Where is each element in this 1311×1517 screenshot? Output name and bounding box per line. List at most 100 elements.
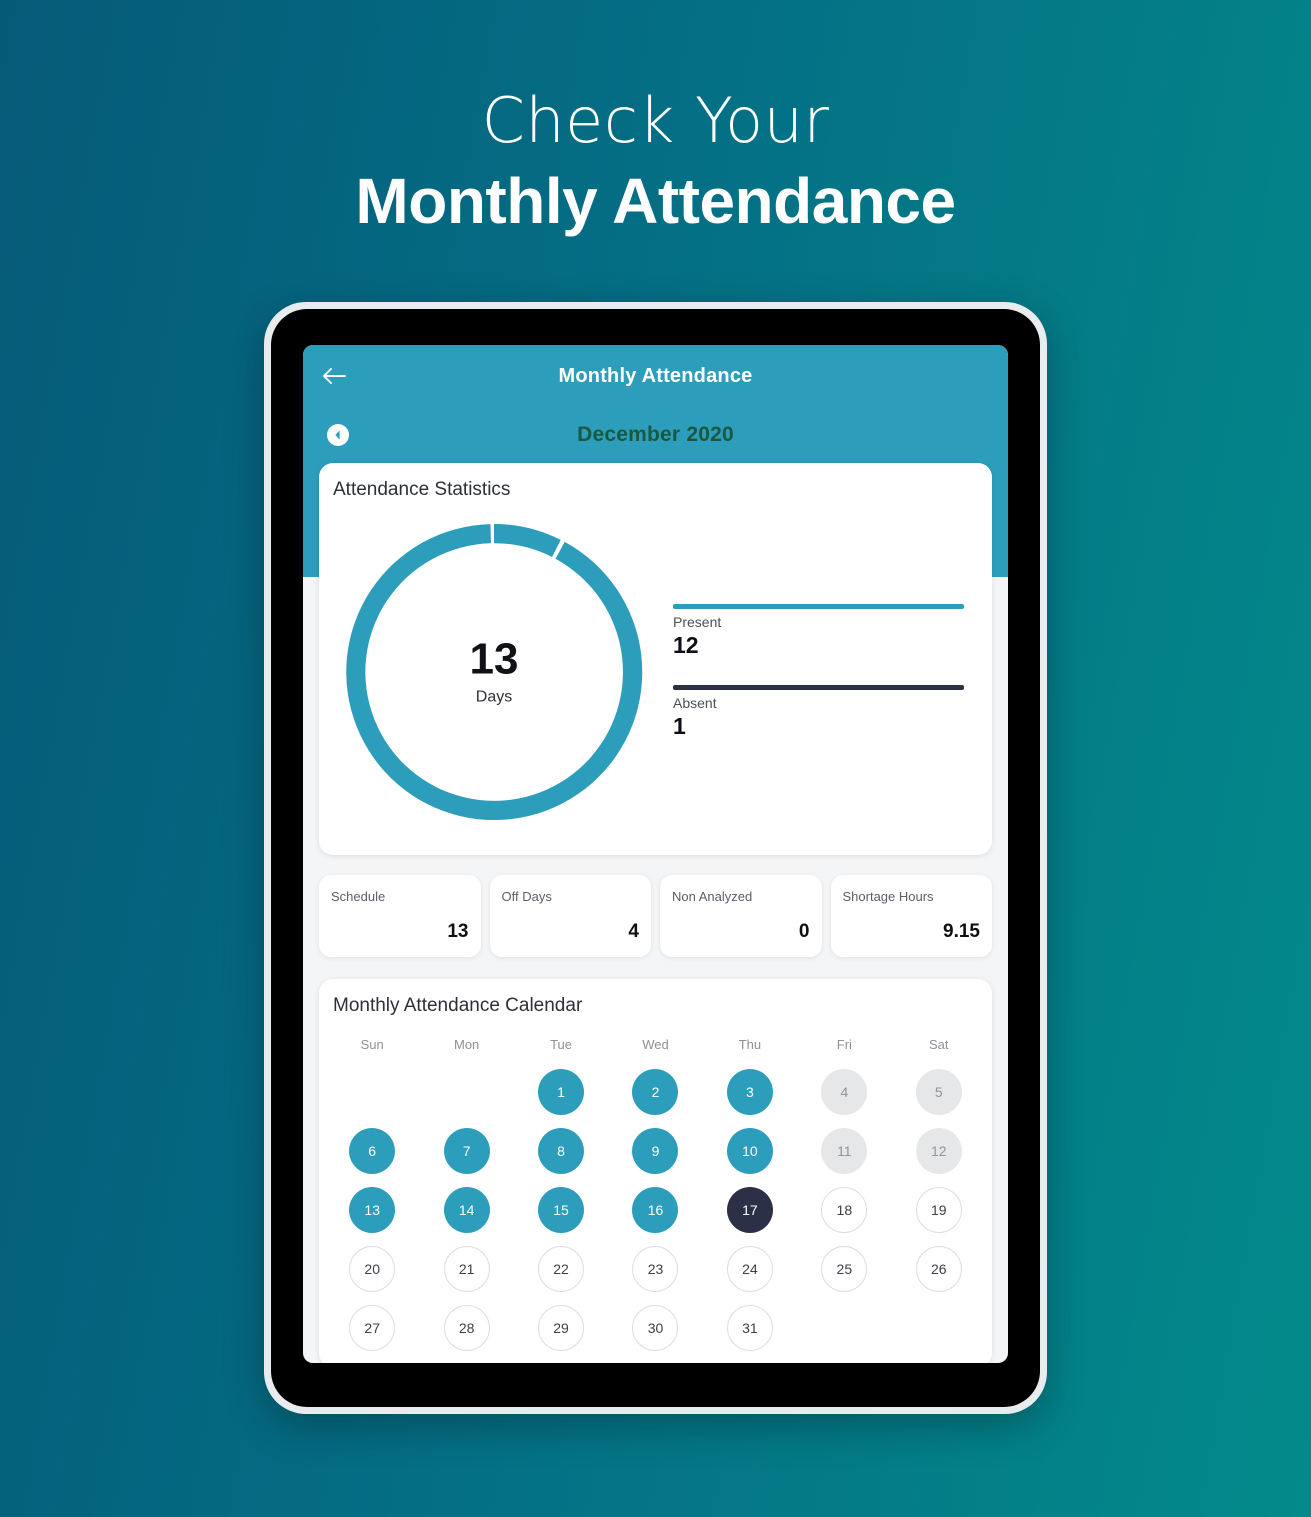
calendar-day-4[interactable]: 4	[821, 1068, 868, 1115]
calendar-cell: 26	[892, 1239, 986, 1298]
calendar-cell: 15	[514, 1180, 608, 1239]
calendar-cell: 20	[325, 1239, 419, 1298]
calendar-day-empty	[821, 1305, 867, 1351]
calendar-day-empty	[916, 1305, 962, 1351]
calendar-cell: 2	[608, 1062, 702, 1121]
calendar-cell: 25	[797, 1239, 891, 1298]
tablet-screen: Monthly Attendance December 2020 Attenda…	[303, 345, 1008, 1363]
kpi-shortage-hours-label: Shortage Hours	[842, 889, 934, 904]
legend-bar-present	[673, 604, 964, 609]
weekday-tue: Tue	[550, 1037, 573, 1052]
calendar-cell: 28	[419, 1298, 513, 1357]
page-title: Monthly Attendance	[558, 364, 753, 387]
calendar-cell	[797, 1298, 891, 1357]
kpi-schedule-label: Schedule	[331, 889, 386, 904]
calendar-cell	[325, 1062, 419, 1121]
calendar-day-23[interactable]: 23	[632, 1245, 679, 1292]
calendar-cell: 11	[797, 1121, 891, 1180]
calendar-day-19[interactable]: 19	[915, 1186, 962, 1233]
kpi-off-days[interactable]: Off Days 4	[489, 875, 651, 957]
calendar-cell: 30	[608, 1298, 702, 1357]
calendar-cell: 7	[419, 1121, 513, 1180]
calendar-day-17[interactable]: 17	[726, 1186, 773, 1233]
weekday-thu: Thu	[738, 1037, 762, 1052]
kpi-off-days-value: 4	[628, 921, 639, 942]
calendar-day-5[interactable]: 5	[915, 1068, 962, 1115]
calendar-cell: 5	[892, 1062, 986, 1121]
legend-item-present: Present 12	[673, 604, 964, 659]
calendar-day-28[interactable]: 28	[443, 1304, 490, 1351]
calendar-cell	[892, 1298, 986, 1357]
calendar-day-22[interactable]: 22	[538, 1245, 585, 1292]
calendar-day-29[interactable]: 29	[538, 1304, 585, 1351]
attendance-legend: Present 12 Absent 1	[659, 604, 982, 740]
tablet-device-frame: Monthly Attendance December 2020 Attenda…	[264, 302, 1047, 1414]
calendar-cell	[419, 1062, 513, 1121]
screen-content: Attendance Statistics 13 Days Present 12…	[303, 463, 1008, 1363]
calendar-day-24[interactable]: 24	[726, 1245, 773, 1292]
calendar-day-30[interactable]: 30	[632, 1304, 679, 1351]
calendar-cell: 3	[703, 1062, 797, 1121]
calendar-day-grid: 1 2 3 4 5 6 7 8 9 10 11 12 13 14 15 16 17 18 19 20 21 22 23 24 2…	[319, 1062, 992, 1357]
calendar-day-6[interactable]: 6	[349, 1127, 396, 1174]
donut-segment-absent	[494, 524, 561, 557]
weekday-sat: Sat	[929, 1037, 949, 1052]
app-topbar: Monthly Attendance	[303, 345, 1008, 407]
legend-bar-absent	[673, 685, 964, 690]
calendar-day-21[interactable]: 21	[443, 1245, 490, 1292]
promo-line-1: Check Your	[481, 84, 830, 157]
calendar-cell: 13	[325, 1180, 419, 1239]
attendance-statistics-body: 13 Days Present 12 Absent 1	[319, 501, 992, 837]
calendar-cell: 24	[703, 1239, 797, 1298]
calendar-day-11[interactable]: 11	[821, 1127, 868, 1174]
attendance-donut-chart: 13 Days	[329, 507, 659, 837]
kpi-shortage-hours-value: 9.15	[943, 921, 980, 942]
calendar-cell: 18	[797, 1180, 891, 1239]
calendar-day-25[interactable]: 25	[821, 1245, 868, 1292]
calendar-title: Monthly Attendance Calendar	[333, 995, 583, 1016]
legend-item-absent: Absent 1	[673, 685, 964, 740]
calendar-day-16[interactable]: 16	[632, 1186, 679, 1233]
calendar-day-9[interactable]: 9	[632, 1127, 679, 1174]
calendar-day-18[interactable]: 18	[821, 1186, 868, 1233]
monthly-attendance-calendar-card: Monthly Attendance Calendar Sun Mon Tue …	[319, 979, 992, 1363]
legend-label-absent: Absent	[673, 695, 717, 711]
calendar-cell: 27	[325, 1298, 419, 1357]
calendar-cell: 10	[703, 1121, 797, 1180]
calendar-day-14[interactable]: 14	[443, 1186, 490, 1233]
promo-line-2: Monthly Attendance	[355, 165, 956, 238]
calendar-day-26[interactable]: 26	[915, 1245, 962, 1292]
donut-segment-present	[346, 524, 643, 821]
calendar-day-2[interactable]: 2	[632, 1068, 679, 1115]
calendar-cell: 14	[419, 1180, 513, 1239]
calendar-cell: 8	[514, 1121, 608, 1180]
weekday-fri: Fri	[836, 1037, 852, 1052]
attendance-statistics-title: Attendance Statistics	[333, 479, 511, 500]
calendar-day-12[interactable]: 12	[915, 1127, 962, 1174]
calendar-cell: 16	[608, 1180, 702, 1239]
calendar-day-31[interactable]: 31	[726, 1304, 773, 1351]
calendar-day-1[interactable]: 1	[538, 1068, 585, 1115]
calendar-cell: 19	[892, 1180, 986, 1239]
calendar-day-20[interactable]: 20	[349, 1245, 396, 1292]
calendar-day-10[interactable]: 10	[726, 1127, 773, 1174]
kpi-non-analyzed[interactable]: Non Analyzed 0	[660, 875, 822, 957]
calendar-day-15[interactable]: 15	[538, 1186, 585, 1233]
calendar-day-empty	[444, 1069, 490, 1115]
legend-value-absent: 1	[673, 713, 686, 739]
calendar-day-3[interactable]: 3	[726, 1068, 773, 1115]
calendar-day-8[interactable]: 8	[538, 1127, 585, 1174]
chevron-left-icon[interactable]	[327, 424, 349, 446]
calendar-cell: 1	[514, 1062, 608, 1121]
calendar-day-7[interactable]: 7	[443, 1127, 490, 1174]
back-arrow-icon[interactable]	[317, 359, 351, 393]
calendar-day-27[interactable]: 27	[349, 1304, 396, 1351]
kpi-schedule[interactable]: Schedule 13	[319, 875, 481, 957]
calendar-day-13[interactable]: 13	[349, 1186, 396, 1233]
tablet-bezel: Monthly Attendance December 2020 Attenda…	[271, 309, 1040, 1407]
calendar-cell: 4	[797, 1062, 891, 1121]
calendar-cell: 22	[514, 1239, 608, 1298]
kpi-shortage-hours[interactable]: Shortage Hours 9.15	[830, 875, 992, 957]
calendar-cell: 12	[892, 1121, 986, 1180]
calendar-cell: 31	[703, 1298, 797, 1357]
